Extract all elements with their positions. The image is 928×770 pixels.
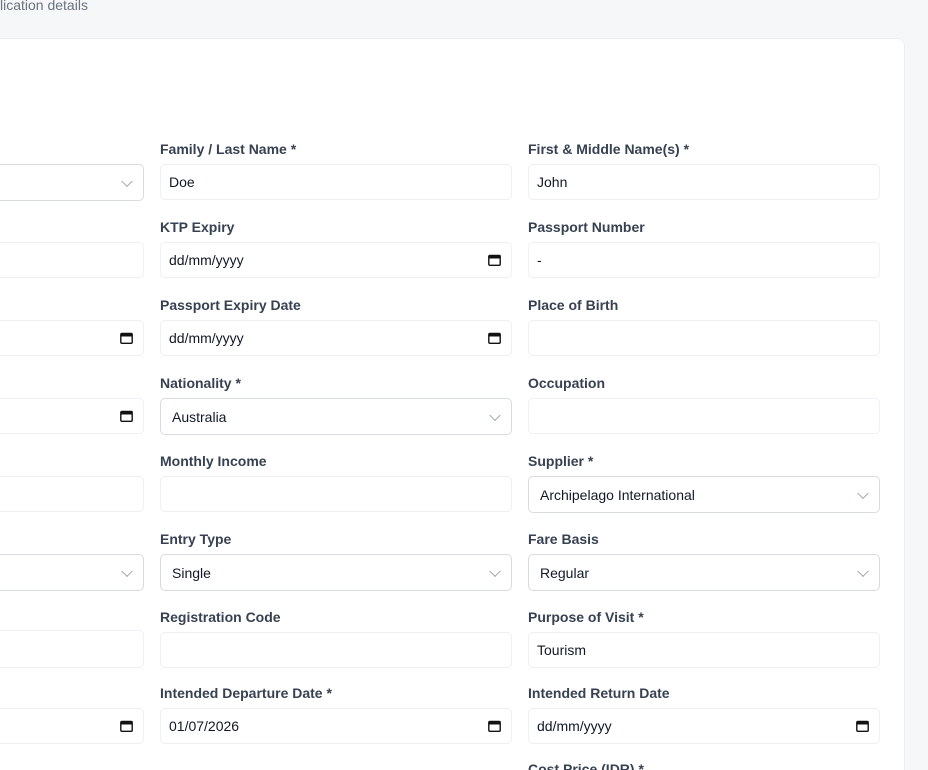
calendar-icon[interactable]: [856, 720, 869, 732]
left-input-7[interactable]: [0, 630, 144, 668]
first-name-input[interactable]: John: [528, 164, 880, 200]
monthly-income-label: Monthly Income: [160, 453, 267, 469]
return-date-label: Intended Return Date: [528, 685, 670, 701]
return-date-input[interactable]: dd/mm/yyyy: [528, 708, 880, 744]
chevron-down-icon: [121, 175, 133, 187]
calendar-icon[interactable]: [488, 254, 501, 266]
departure-date-value: 01/07/2026: [169, 718, 240, 734]
entry-type-label: Entry Type: [160, 531, 232, 547]
family-name-label: Family / Last Name *: [160, 141, 297, 157]
nationality-label: Nationality *: [160, 375, 241, 391]
fare-basis-value: Regular: [540, 564, 590, 581]
occupation-input[interactable]: [528, 398, 880, 434]
left-date-3[interactable]: [0, 320, 144, 356]
passport-number-input[interactable]: -: [528, 242, 880, 278]
occupation-label: Occupation: [528, 375, 606, 391]
nationality-select[interactable]: Australia: [160, 398, 512, 435]
calendar-icon[interactable]: [120, 720, 133, 732]
passport-expiry-label: Passport Expiry Date: [160, 297, 301, 313]
left-date-8[interactable]: [0, 708, 144, 744]
chevron-down-icon: [121, 565, 133, 577]
passport-number-value: -: [537, 252, 542, 268]
family-name-input[interactable]: Doe: [160, 164, 512, 200]
calendar-icon[interactable]: [120, 332, 133, 344]
left-select-1[interactable]: [0, 164, 144, 201]
nationality-value: Australia: [172, 408, 227, 425]
ktp-expiry-input[interactable]: dd/mm/yyyy: [160, 242, 512, 278]
departure-date-input[interactable]: 01/07/2026: [160, 708, 512, 744]
breadcrumb: lication details: [0, 0, 88, 13]
left-input-5[interactable]: [0, 476, 144, 512]
first-name-value: John: [537, 174, 568, 190]
ktp-expiry-label: KTP Expiry: [160, 219, 235, 235]
passport-expiry-input[interactable]: dd/mm/yyyy: [160, 320, 512, 356]
fare-basis-label: Fare Basis: [528, 531, 599, 547]
fare-basis-select[interactable]: Regular: [528, 554, 880, 591]
entry-type-value: Single: [172, 564, 211, 581]
place-of-birth-label: Place of Birth: [528, 297, 619, 313]
supplier-label: Supplier *: [528, 453, 594, 469]
departure-date-label: Intended Departure Date *: [160, 685, 332, 701]
left-select-6[interactable]: [0, 554, 144, 591]
calendar-icon[interactable]: [488, 332, 501, 344]
passport-expiry-value: dd/mm/yyyy: [169, 330, 244, 346]
return-date-value: dd/mm/yyyy: [537, 718, 612, 734]
ktp-expiry-value: dd/mm/yyyy: [169, 252, 244, 268]
registration-code-label: Registration Code: [160, 609, 281, 625]
registration-code-input[interactable]: [160, 632, 512, 668]
purpose-of-visit-label: Purpose of Visit *: [528, 609, 644, 625]
purpose-of-visit-input[interactable]: Tourism: [528, 632, 880, 668]
first-name-label: First & Middle Name(s) *: [528, 141, 690, 157]
place-of-birth-input[interactable]: [528, 320, 880, 356]
passport-number-label: Passport Number: [528, 219, 645, 235]
supplier-select[interactable]: Archipelago International: [528, 476, 880, 513]
calendar-icon[interactable]: [120, 410, 133, 422]
supplier-value: Archipelago International: [540, 486, 695, 503]
entry-type-select[interactable]: Single: [160, 554, 512, 591]
left-input-2[interactable]: [0, 242, 144, 278]
monthly-income-input[interactable]: [160, 476, 512, 512]
purpose-of-visit-value: Tourism: [537, 642, 587, 658]
left-date-4[interactable]: [0, 398, 144, 434]
calendar-icon[interactable]: [488, 720, 501, 732]
family-name-value: Doe: [169, 174, 195, 190]
cost-price-label: Cost Price (IDR) *: [528, 761, 644, 770]
